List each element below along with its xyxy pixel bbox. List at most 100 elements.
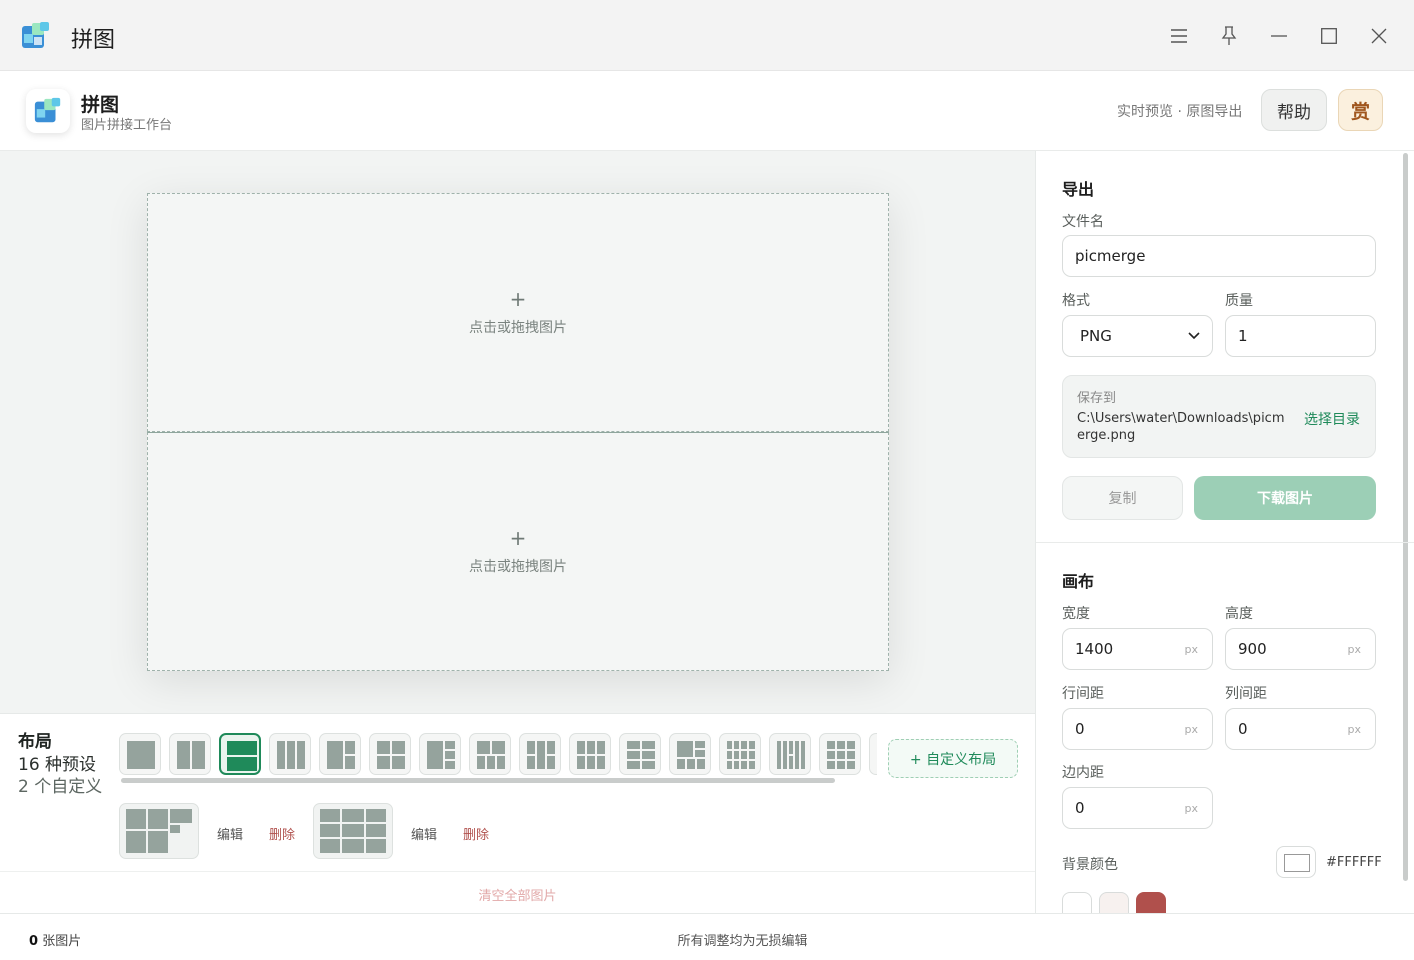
height-input[interactable]: 900 px [1225, 628, 1376, 670]
bg-color-hex: #FFFFFF [1326, 855, 1382, 870]
layout-panel: 布局 16 种预设 2 个自定义 + 自定义布局 编辑 删除 编辑 删除 [0, 713, 1035, 871]
image-slot-1[interactable]: + 点击或拖拽图片 [147, 193, 889, 432]
layout-preset-single[interactable] [119, 733, 161, 775]
bg-preset-cream[interactable] [1099, 892, 1129, 913]
layout-preset-2-rows[interactable] [219, 733, 261, 775]
clear-row: 清空全部图片 [0, 871, 1035, 913]
status-bar: 0 张图片 所有调整均为无损编辑 [0, 913, 1414, 960]
download-button[interactable]: 下载图片 [1194, 476, 1376, 520]
delete-custom-2-button[interactable]: 删除 [463, 824, 489, 843]
app-icon [22, 22, 49, 48]
choose-directory-button[interactable]: 选择目录 [1304, 409, 1360, 429]
settings-sidebar: 导出 文件名 picmerge 格式 PNG 质量 1 保存到 C:\Users… [1035, 151, 1414, 913]
format-select[interactable]: PNG [1062, 315, 1213, 357]
col-gap-input[interactable]: 0 px [1225, 708, 1376, 750]
bg-color-label: 背景颜色 [1062, 857, 1118, 873]
help-button[interactable]: 帮助 [1261, 89, 1327, 131]
app-logo [26, 89, 70, 133]
quality-label: 质量 [1225, 293, 1253, 309]
layout-scrollbar[interactable] [121, 778, 835, 783]
layout-preset-2-plus-3[interactable] [469, 733, 511, 775]
slot-hint: 点击或拖拽图片 [469, 558, 567, 575]
layout-preset-3x2[interactable] [569, 733, 611, 775]
add-image-icon: + [509, 286, 527, 311]
reward-button[interactable]: 赏 [1338, 89, 1383, 131]
app-title: 拼图 [81, 94, 120, 116]
save-location-box: 保存到 C:\Users\water\Downloads\picmerge.pn… [1062, 375, 1376, 458]
unit-label: px [1184, 802, 1199, 815]
logo-icon [34, 97, 61, 123]
bg-color-picker[interactable] [1276, 846, 1316, 878]
padding-value: 0 [1075, 799, 1085, 817]
pin-icon[interactable] [1211, 18, 1247, 54]
layout-preset-1-plus-3[interactable] [419, 733, 461, 775]
col-gap-value: 0 [1238, 720, 1248, 738]
layout-preset-2x2[interactable] [369, 733, 411, 775]
quality-input[interactable]: 1 [1225, 315, 1376, 357]
layout-preset-3x3[interactable] [819, 733, 861, 775]
tagline: 实时预览 · 原图导出 [1117, 104, 1243, 120]
collage-board: + 点击或拖拽图片 + 点击或拖拽图片 [147, 193, 889, 671]
layout-preset-mixed-columns[interactable] [519, 733, 561, 775]
edit-custom-1-button[interactable]: 编辑 [217, 824, 243, 843]
col-gap-label: 列间距 [1225, 686, 1267, 702]
chevron-down-icon [1188, 332, 1200, 340]
custom-layout-button[interactable]: + 自定义布局 [888, 739, 1018, 778]
add-image-icon: + [509, 525, 527, 550]
status-note: 所有调整均为无损编辑 [677, 934, 808, 949]
sidebar-scrollbar[interactable] [1403, 153, 1408, 881]
padding-label: 边内距 [1062, 765, 1104, 781]
layout-preset-feature-grid[interactable] [669, 733, 711, 775]
quality-value: 1 [1238, 327, 1248, 345]
width-label: 宽度 [1062, 606, 1090, 622]
window-title: 拼图 [71, 28, 116, 53]
row-gap-input[interactable]: 0 px [1062, 708, 1213, 750]
bg-preset-white[interactable] [1062, 892, 1092, 913]
unit-label: px [1184, 723, 1199, 736]
format-value: PNG [1080, 327, 1112, 345]
layout-preset-3-columns[interactable] [269, 733, 311, 775]
bg-preset-red[interactable] [1136, 892, 1166, 913]
unit-label: px [1347, 723, 1362, 736]
slot-hint: 点击或拖拽图片 [469, 319, 567, 336]
app-header: 拼图 图片拼接工作台 实时预览 · 原图导出 帮助 赏 [0, 71, 1414, 151]
export-section-title: 导出 [1062, 180, 1095, 199]
canvas-section-title: 画布 [1062, 572, 1095, 591]
copy-button[interactable]: 复制 [1062, 476, 1183, 520]
save-to-label: 保存到 [1077, 391, 1117, 406]
layout-preset-strips[interactable] [769, 733, 811, 775]
section-divider [1036, 542, 1414, 543]
custom-count: 2 个自定义 [18, 777, 103, 797]
custom-layout-2[interactable] [313, 803, 393, 859]
canvas-preview-area: + 点击或拖拽图片 + 点击或拖拽图片 [0, 151, 1035, 713]
unit-label: px [1347, 643, 1362, 656]
minimize-icon[interactable] [1261, 18, 1297, 54]
height-label: 高度 [1225, 606, 1253, 622]
maximize-icon[interactable] [1311, 18, 1347, 54]
close-icon[interactable] [1361, 18, 1397, 54]
width-value: 1400 [1075, 640, 1114, 658]
save-path: C:\Users\water\Downloads\picmerge.png [1077, 411, 1285, 443]
menu-icon[interactable] [1161, 18, 1197, 54]
height-value: 900 [1238, 640, 1267, 658]
row-gap-label: 行间距 [1062, 686, 1104, 702]
row-gap-value: 0 [1075, 720, 1085, 738]
padding-input[interactable]: 0 px [1062, 787, 1213, 829]
title-bar: 拼图 [0, 0, 1414, 71]
custom-layout-1[interactable] [119, 803, 199, 859]
unit-label: px [1184, 643, 1199, 656]
layout-preset-2x3[interactable] [619, 733, 661, 775]
edit-custom-2-button[interactable]: 编辑 [411, 824, 437, 843]
layout-preset-partial[interactable] [869, 733, 877, 775]
delete-custom-1-button[interactable]: 删除 [269, 824, 295, 843]
layout-preset-4x3[interactable] [719, 733, 761, 775]
bg-color-preview [1284, 854, 1310, 872]
filename-value: picmerge [1075, 247, 1146, 265]
image-slot-2[interactable]: + 点击或拖拽图片 [147, 432, 889, 671]
filename-input[interactable]: picmerge [1062, 235, 1376, 277]
layout-preset-1-plus-2[interactable] [319, 733, 361, 775]
width-input[interactable]: 1400 px [1062, 628, 1213, 670]
layout-preset-2-columns[interactable] [169, 733, 211, 775]
clear-all-button[interactable]: 清空全部图片 [0, 885, 1035, 904]
format-label: 格式 [1062, 293, 1090, 309]
